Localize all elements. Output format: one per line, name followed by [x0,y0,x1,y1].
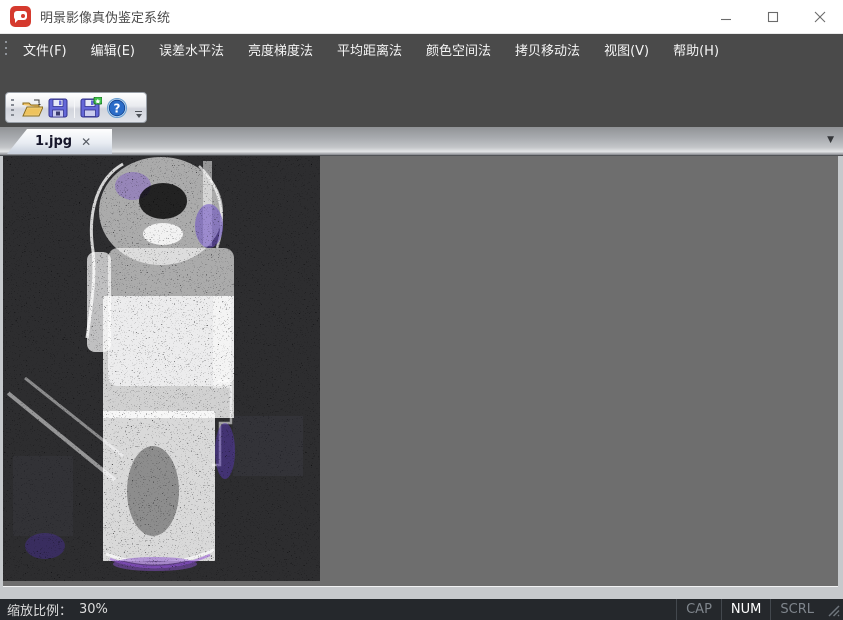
close-icon [814,11,826,23]
help-icon: ? [106,97,128,119]
menu-item-luminance-gradient[interactable]: 亮度梯度法 [236,35,325,64]
window-controls [702,0,843,33]
resize-grip-handle[interactable] [823,599,843,620]
resize-grip-icon [827,604,841,618]
toolbar-band: ? [0,64,843,127]
num-lock-indicator: NUM [721,599,770,620]
tab-label: 1.jpg [35,134,72,149]
app-logo-icon [10,6,31,27]
toolbar-separator [74,98,75,118]
menu-grip-handle[interactable] [4,41,8,57]
title-bar: 明景影像真伪鉴定系统 [0,0,843,34]
caps-lock-indicator: CAP [676,599,721,620]
status-bar: 缩放比例： 30% CAP NUM SCRL [0,599,843,620]
zoom-ratio-label: 缩放比例： [7,600,72,619]
save-as-icon [80,97,102,118]
save-as-button[interactable] [78,95,104,121]
window-title: 明景影像真伪鉴定系统 [40,7,170,26]
viewer-frame [0,155,843,599]
save-button[interactable] [45,95,71,121]
tab-close-icon[interactable]: ✕ [81,136,91,148]
menu-item-help[interactable]: 帮助(H) [661,35,731,64]
zoom-ratio-value: 30% [79,602,108,617]
svg-text:?: ? [114,101,121,115]
keyboard-indicators: CAP NUM SCRL [676,599,843,620]
tab-list-dropdown-icon[interactable]: ▼ [827,136,834,145]
save-icon [48,98,68,118]
menu-item-copy-move[interactable]: 拷贝移动法 [503,35,592,64]
menu-item-edit[interactable]: 编辑(E) [79,35,147,64]
open-file-button[interactable] [19,95,45,121]
maximize-icon [767,11,779,23]
menu-item-file[interactable]: 文件(F) [11,35,79,64]
scroll-lock-indicator: SCRL [770,599,823,620]
menu-item-average-distance[interactable]: 平均距离法 [325,35,414,64]
tab-1jpg[interactable]: 1.jpg ✕ [7,129,112,154]
menu-bar: 文件(F) 编辑(E) 误差水平法 亮度梯度法 平均距离法 颜色空间法 拷贝移动… [0,34,843,64]
close-button[interactable] [796,0,843,33]
help-button[interactable]: ? [104,95,130,121]
toolbar-overflow-icon[interactable] [134,111,143,118]
menu-item-error-level[interactable]: 误差水平法 [147,35,236,64]
image-viewer[interactable] [3,156,838,586]
menu-item-color-space[interactable]: 颜色空间法 [414,35,503,64]
toolbar: ? [5,92,147,123]
minimize-button[interactable] [702,0,749,33]
open-folder-icon [21,98,43,118]
document-tab-bar: 1.jpg ✕ ▼ [0,127,843,155]
ela-noise-image [3,156,320,581]
minimize-icon [720,11,732,23]
app-window: 明景影像真伪鉴定系统 文件(F) 编辑(E) 误差水平法 亮度梯度法 平均距离法… [0,0,843,620]
toolbar-grip-handle[interactable] [11,99,14,117]
menu-item-view[interactable]: 视图(V) [592,35,661,64]
maximize-button[interactable] [749,0,796,33]
